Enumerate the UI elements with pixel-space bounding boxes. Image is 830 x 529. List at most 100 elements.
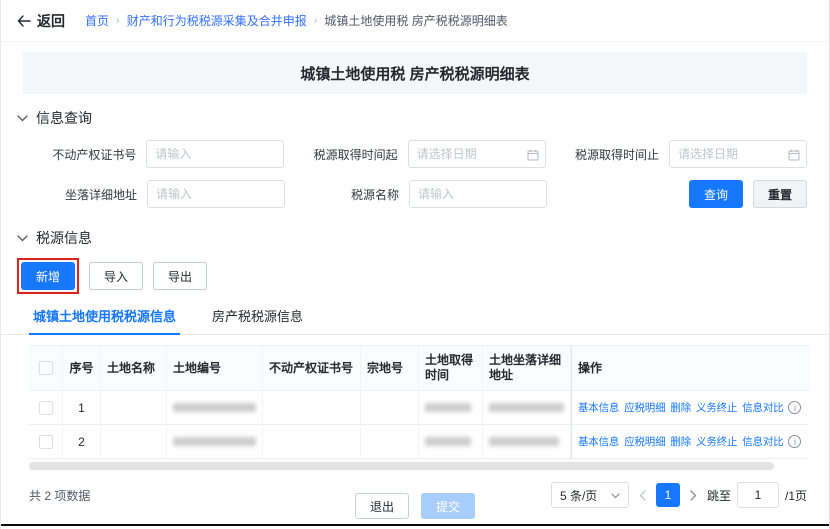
breadcrumb-current: 城镇土地使用税 房产税税源明细表 [324,12,507,29]
back-button[interactable]: 返回 [17,11,65,31]
table-row: 2 基本信息 应税明细 删除 义务终止 信息对比 [29,425,809,459]
date-end-label: 税源取得时间止 [546,146,669,163]
field-date-end: 税源取得时间止 [546,140,807,168]
land-name-cell [101,391,167,425]
export-button[interactable]: 导出 [153,262,207,290]
col-land-no: 土地编号 [167,345,263,391]
col-cert-no: 不动产权证书号 [263,345,361,391]
basic-info-link[interactable]: 基本信息 [578,434,619,449]
address-cell [483,425,571,459]
land-name-cell [101,425,167,459]
horizontal-scrollbar[interactable] [29,462,774,470]
table-toolbar: 新增 导入 导出 [1,258,829,294]
land-no-cell [167,391,263,425]
cert-no-input[interactable] [146,140,284,168]
source-name-input[interactable] [409,180,547,208]
basic-info-link[interactable]: 基本信息 [578,400,619,415]
col-parcel-no: 宗地号 [361,345,419,391]
redacted-text [489,403,564,412]
breadcrumb-separator: › [116,15,120,27]
col-actions: 操作 [571,345,809,391]
back-arrow-icon [17,15,31,27]
breadcrumb-bar: 返回 首页 › 财产和行为税税源采集及合并申报 › 城镇土地使用税 房产税税源明… [1,0,829,42]
redacted-text [425,437,471,446]
date-start-label: 税源取得时间起 [284,146,407,163]
row-actions: 基本信息 应税明细 删除 义务终止 信息对比 [578,400,801,415]
delete-link[interactable]: 删除 [670,400,691,415]
field-cert-no: 不动产权证书号 [23,140,284,168]
col-acquire-date: 土地取得时间 [419,345,483,391]
annotation-highlight-box: 新增 [17,258,79,294]
acquire-date-cell [419,425,483,459]
compare-link[interactable]: 信息对比 [742,400,783,415]
source-name-label: 税源名称 [285,186,409,203]
sources-table: 序号 土地名称 土地编号 不动产权证书号 宗地号 土地取得时间 土地坐落详细地址… [29,345,809,470]
info-icon[interactable] [788,401,801,414]
window-bottom-border [1,524,829,526]
breadcrumb-home[interactable]: 首页 [85,12,109,29]
query-section-header[interactable]: 信息查询 [17,108,807,128]
terminate-link[interactable]: 义务终止 [696,400,737,415]
search-button[interactable]: 查询 [689,180,743,208]
chevron-down-icon [17,235,28,242]
row-actions: 基本信息 应税明细 删除 义务终止 信息对比 [578,434,801,449]
app-window: 返回 首页 › 财产和行为税税源采集及合并申报 › 城镇土地使用税 房产税税源明… [0,0,830,529]
reset-button[interactable]: 重置 [753,180,807,208]
field-source-name: 税源名称 [285,180,547,208]
acquire-date-cell [419,391,483,425]
redacted-text [425,403,471,412]
breadcrumb-separator: › [314,15,318,27]
redacted-text [489,437,559,446]
land-no-cell [167,425,263,459]
exit-button[interactable]: 退出 [355,493,409,519]
col-address: 土地坐落详细地址 [483,345,571,391]
row-serial: 2 [63,425,101,459]
table-tabs: 城镇土地使用税税源信息 房产税税源信息 [1,306,829,335]
breadcrumb: 首页 › 财产和行为税税源采集及合并申报 › 城镇土地使用税 房产税税源明细表 [85,12,508,29]
query-section-title: 信息查询 [36,108,92,128]
redacted-text [173,403,256,412]
source-section-title: 税源信息 [36,228,92,248]
query-form-row-2: 坐落详细地址 税源名称 查询 重置 [1,180,829,208]
parcel-no-cell [361,391,419,425]
redacted-text [173,437,256,446]
delete-link[interactable]: 删除 [670,434,691,449]
compare-link[interactable]: 信息对比 [742,434,783,449]
address-input[interactable] [147,180,285,208]
col-serial: 序号 [63,345,101,391]
field-address: 坐落详细地址 [23,180,285,208]
cert-no-cell [263,425,361,459]
select-all-checkbox[interactable] [39,361,53,375]
title-band: 城镇土地使用税 房产税税源明细表 [23,52,807,94]
query-buttons: 查询 重置 [547,180,807,208]
back-label: 返回 [37,11,65,31]
bottom-action-bar: 退出 提交 [1,493,829,519]
breadcrumb-collection[interactable]: 财产和行为税税源采集及合并申报 [127,12,307,29]
chevron-down-icon [17,115,28,122]
taxable-detail-link[interactable]: 应税明细 [624,400,665,415]
table-row: 1 基本信息 应税明细 删除 义务终止 信息对比 [29,391,809,425]
row-checkbox[interactable] [39,435,53,449]
table-header-row: 序号 土地名称 土地编号 不动产权证书号 宗地号 土地取得时间 土地坐落详细地址… [29,345,809,391]
import-button[interactable]: 导入 [89,262,143,290]
source-section-header[interactable]: 税源信息 [17,228,807,248]
address-cell [483,391,571,425]
page-title: 城镇土地使用税 房产税税源明细表 [300,63,529,84]
tab-property-tax-sources[interactable]: 房产税税源信息 [212,306,303,334]
address-label: 坐落详细地址 [23,186,147,203]
tab-land-tax-sources[interactable]: 城镇土地使用税税源信息 [33,306,176,334]
submit-button[interactable]: 提交 [421,493,475,519]
cert-no-label: 不动产权证书号 [23,146,146,163]
taxable-detail-link[interactable]: 应税明细 [624,434,665,449]
row-serial: 1 [63,391,101,425]
row-checkbox[interactable] [39,401,53,415]
query-form-row-1: 不动产权证书号 税源取得时间起 税源取得时间止 [1,140,829,168]
col-land-name: 土地名称 [101,345,167,391]
add-button[interactable]: 新增 [21,262,75,290]
info-icon[interactable] [788,435,801,448]
parcel-no-cell [361,425,419,459]
field-date-start: 税源取得时间起 [284,140,545,168]
date-end-input[interactable] [669,140,807,168]
date-start-input[interactable] [408,140,546,168]
terminate-link[interactable]: 义务终止 [696,434,737,449]
